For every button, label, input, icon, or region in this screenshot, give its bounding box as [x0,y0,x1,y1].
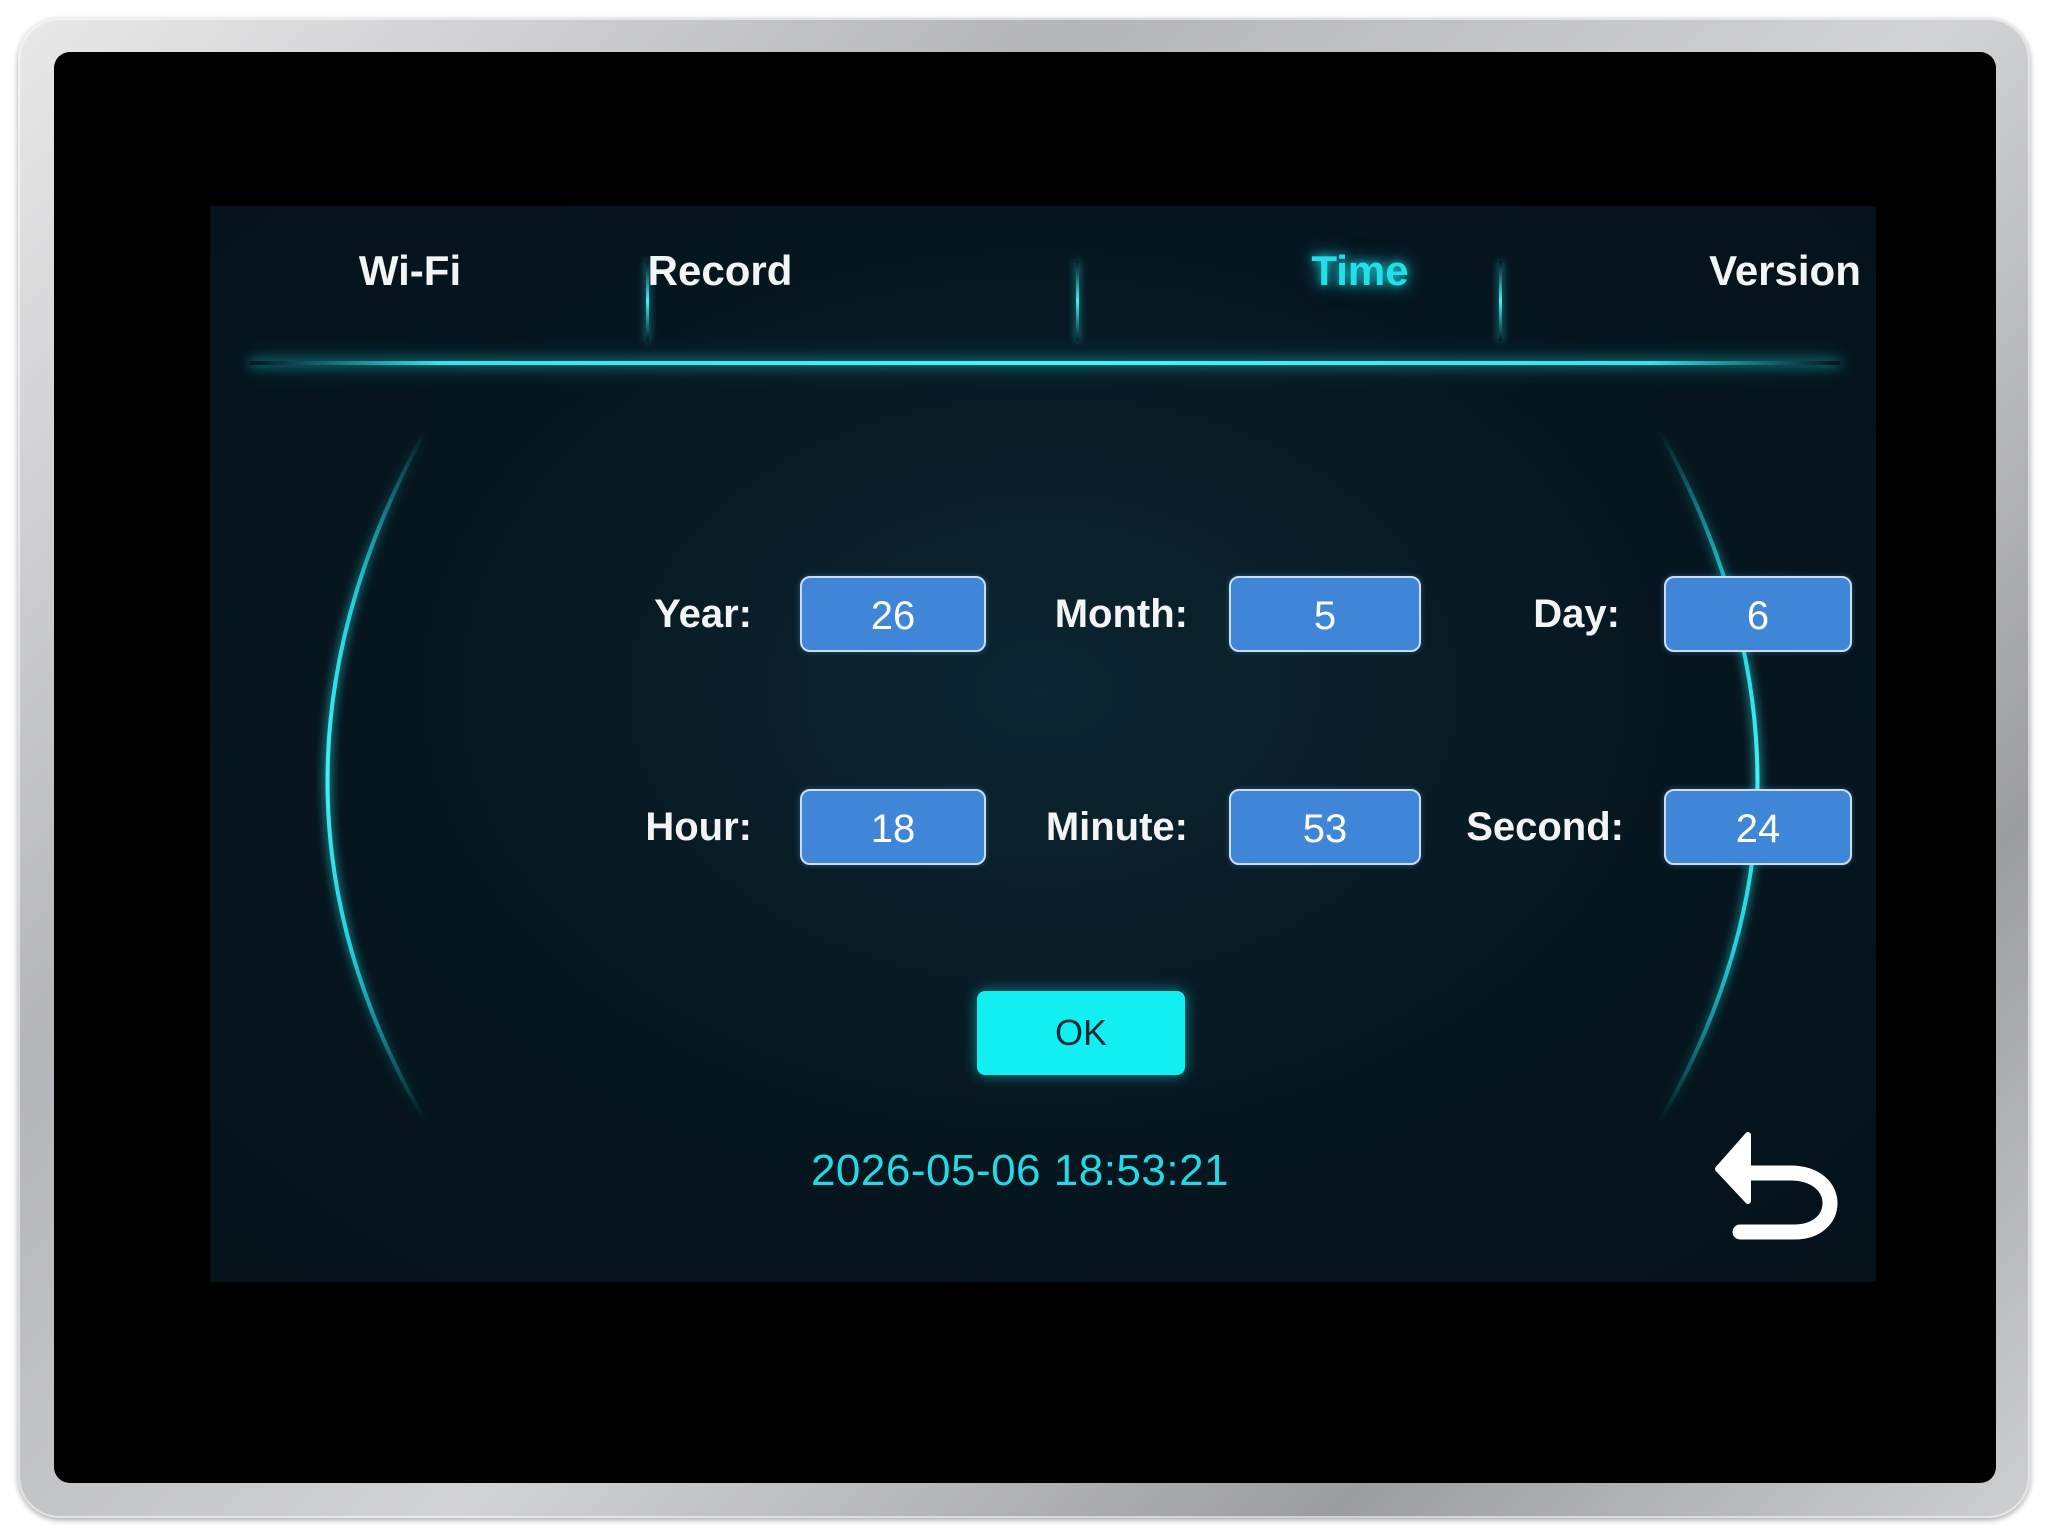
tab-separator [1499,261,1502,341]
tab-bar: Wi-Fi Record Time Version [210,206,1876,365]
right-arc [1658,430,1760,1123]
year-label: Year: [654,592,752,636]
tab-wifi[interactable]: Wi-Fi [310,241,510,301]
day-field[interactable]: 6 [1664,576,1852,652]
minute-label: Minute: [1045,805,1188,849]
back-arrow-icon [1715,1132,1838,1240]
back-button[interactable] [1710,1121,1840,1241]
tab-version[interactable]: Version [1660,241,1876,301]
tab-record[interactable]: Record [600,241,840,301]
display-screen: Wi-Fi Record Time Version Year: 26 Month… [210,206,1876,1282]
tab-time[interactable]: Time [1250,241,1470,301]
ok-button[interactable]: OK [977,991,1185,1075]
device-frame: Wi-Fi Record Time Version Year: 26 Month… [18,18,2030,1518]
decorative-arcs [325,430,1760,1123]
hour-label: Hour: [645,805,752,849]
second-label: Second: [1466,805,1624,849]
left-arc [325,430,427,1123]
screen-bezel: Wi-Fi Record Time Version Year: 26 Month… [54,52,1996,1483]
tab-underline [250,361,1840,365]
current-datetime: 2026-05-06 18:53:21 [810,1146,1230,1195]
second-field[interactable]: 24 [1664,789,1852,865]
day-label: Day: [1533,592,1620,636]
tab-separator [1076,261,1079,341]
month-label: Month: [1054,592,1188,636]
